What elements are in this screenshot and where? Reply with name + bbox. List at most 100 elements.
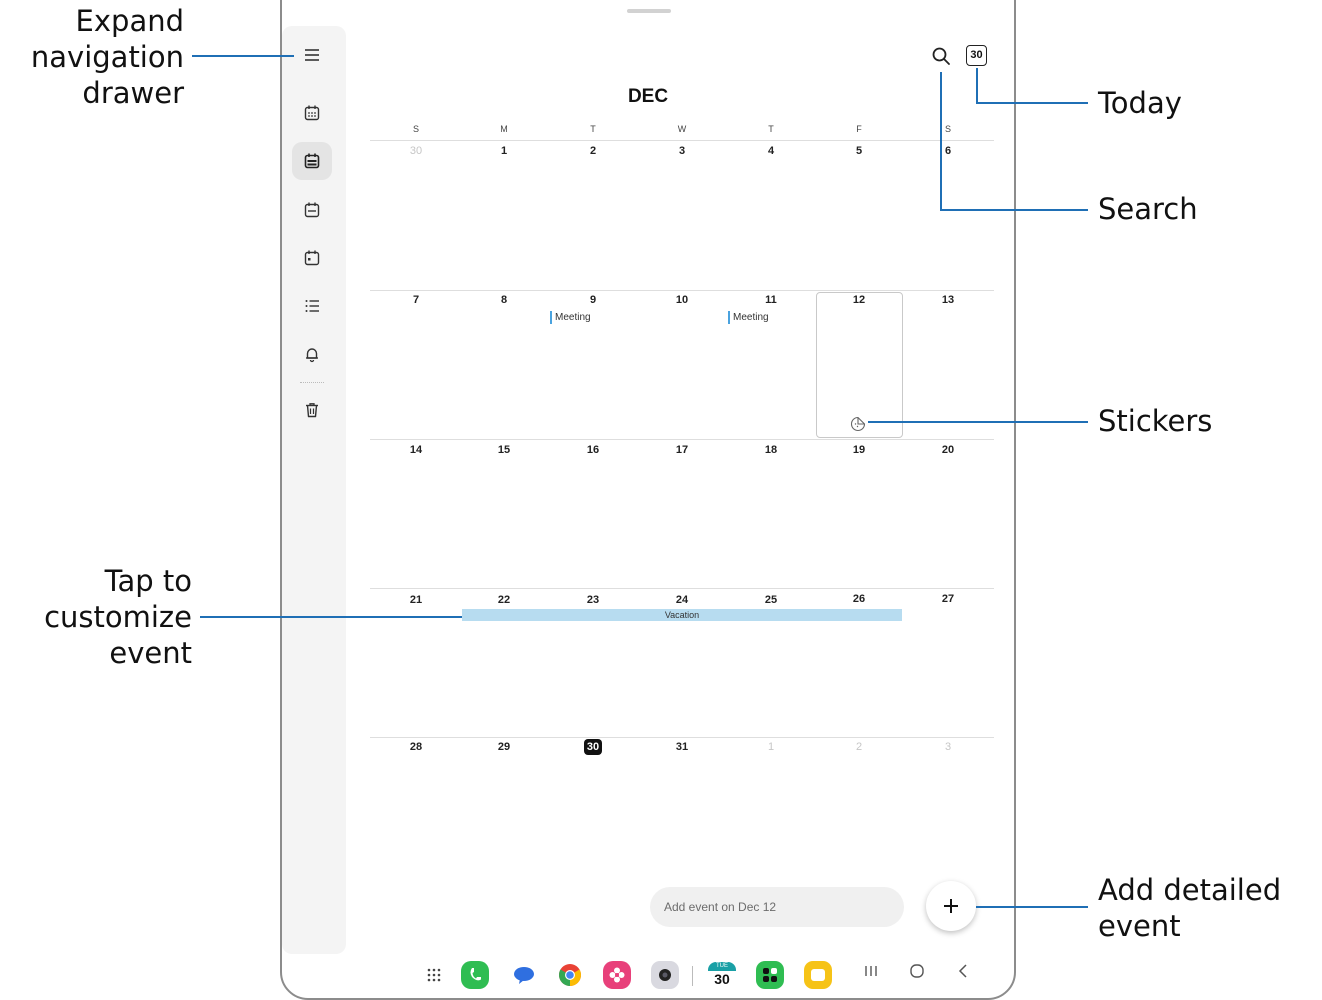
- note-icon: [811, 969, 825, 981]
- expand-navigation-drawer-button[interactable]: [292, 36, 332, 74]
- day-cell[interactable]: 3: [667, 145, 697, 157]
- notes-app-icon[interactable]: [804, 961, 832, 989]
- day-cell[interactable]: 10: [667, 294, 697, 306]
- day-cell[interactable]: 2: [578, 145, 608, 157]
- month-title: DEC: [627, 86, 669, 107]
- day-cell[interactable]: 1: [756, 741, 786, 753]
- camera-lens-icon: [659, 969, 671, 981]
- today-button[interactable]: 30: [966, 45, 987, 66]
- rail-divider: [300, 382, 324, 383]
- plus-icon: [944, 899, 958, 913]
- calendar-app-icon[interactable]: TUE 30: [706, 958, 738, 990]
- calendar-app-date: 30: [714, 970, 730, 987]
- search-icon: [932, 47, 950, 65]
- month-view-icon: [304, 153, 320, 169]
- day-cell[interactable]: 27: [933, 593, 963, 605]
- year-view-icon: [304, 105, 320, 121]
- day-cell[interactable]: 31: [667, 741, 697, 753]
- event-meeting[interactable]: Meeting: [728, 311, 769, 324]
- chrome-logo-icon: [559, 964, 581, 986]
- menu-icon: [305, 49, 319, 61]
- recent-apps-button[interactable]: [862, 963, 880, 984]
- year-view-button[interactable]: [292, 94, 332, 132]
- window-handle[interactable]: [627, 9, 671, 13]
- callout-add-detailed-event: Add detailed event: [1098, 873, 1282, 943]
- back-button[interactable]: [956, 963, 970, 984]
- day-cell[interactable]: 30: [401, 145, 431, 157]
- day-cell[interactable]: 7: [401, 294, 431, 306]
- list-view-button[interactable]: [292, 287, 332, 325]
- day-cell[interactable]: 3: [933, 741, 963, 753]
- callout-stickers: Stickers: [1098, 404, 1213, 438]
- day-cell[interactable]: 8: [489, 294, 519, 306]
- day-cell[interactable]: 26: [844, 593, 874, 605]
- day-cell[interactable]: 29: [489, 741, 519, 753]
- day-cell[interactable]: 17: [667, 444, 697, 456]
- day-cell[interactable]: 13: [933, 294, 963, 306]
- messages-app-icon[interactable]: [510, 961, 538, 989]
- day-cell[interactable]: 6: [933, 145, 963, 157]
- day-cell[interactable]: 20: [933, 444, 963, 456]
- day-cell[interactable]: 25: [756, 594, 786, 606]
- day-view-button[interactable]: [292, 239, 332, 277]
- callout-line: [940, 72, 942, 210]
- gallery-app-icon[interactable]: [603, 961, 631, 989]
- day-view-icon: [304, 250, 320, 266]
- day-cell[interactable]: 2: [844, 741, 874, 753]
- day-cell[interactable]: 14: [401, 444, 431, 456]
- trash-button[interactable]: [292, 391, 332, 429]
- reminders-button[interactable]: [292, 335, 332, 373]
- day-cell[interactable]: 16: [578, 444, 608, 456]
- phone-handset-icon: [470, 968, 481, 981]
- callout-search: Search: [1098, 192, 1198, 226]
- event-vacation[interactable]: Vacation: [462, 609, 902, 621]
- callout-line: [976, 102, 1088, 104]
- day-cell[interactable]: 23: [578, 594, 608, 606]
- app-grid-pattern-icon: [763, 968, 777, 982]
- callout-line: [976, 906, 1088, 908]
- day-cell[interactable]: 5: [844, 145, 874, 157]
- day-cell[interactable]: 21: [401, 594, 431, 606]
- recents-icon: [865, 966, 877, 976]
- apps-grid-icon[interactable]: [420, 961, 448, 989]
- quick-add-event-input[interactable]: Add event on Dec 12: [650, 887, 904, 927]
- day-cell-selected[interactable]: 12: [844, 294, 874, 306]
- search-button[interactable]: [929, 44, 953, 68]
- smartthings-app-icon[interactable]: [756, 961, 784, 989]
- day-cell[interactable]: 22: [489, 594, 519, 606]
- month-view-button[interactable]: [292, 142, 332, 180]
- week-view-button[interactable]: [292, 191, 332, 229]
- phone-app-icon[interactable]: [461, 961, 489, 989]
- weekday-wed: W: [677, 124, 687, 134]
- callout-line: [200, 616, 462, 618]
- callout-today: Today: [1098, 86, 1182, 120]
- day-cell[interactable]: 28: [401, 741, 431, 753]
- dock-divider: [692, 966, 693, 986]
- callout-expand-navigation-drawer: Expand navigation drawer: [30, 4, 184, 110]
- home-button[interactable]: [908, 963, 926, 984]
- chrome-app-icon[interactable]: [556, 961, 584, 989]
- event-meeting[interactable]: Meeting: [550, 311, 591, 324]
- back-chevron-icon: [958, 964, 967, 978]
- callout-customize-event: Tap to customize event: [44, 564, 192, 670]
- day-cell[interactable]: 15: [489, 444, 519, 456]
- day-cell[interactable]: 4: [756, 145, 786, 157]
- day-cell-today[interactable]: 30: [584, 739, 602, 755]
- day-cell[interactable]: 1: [489, 145, 519, 157]
- add-detailed-event-button[interactable]: [926, 881, 976, 931]
- device-frame: [280, 0, 1016, 1000]
- home-icon: [910, 964, 924, 978]
- flower-icon: [609, 967, 625, 983]
- day-cell[interactable]: 19: [844, 444, 874, 456]
- day-cell[interactable]: 18: [756, 444, 786, 456]
- day-cell[interactable]: 24: [667, 594, 697, 606]
- weekday-sun: S: [412, 124, 419, 134]
- list-view-icon: [305, 300, 319, 312]
- weekday-thu: T: [768, 124, 774, 134]
- day-cell[interactable]: 11: [756, 294, 786, 306]
- day-cell[interactable]: 9: [578, 294, 608, 306]
- camera-app-icon[interactable]: [651, 961, 679, 989]
- stickers-button[interactable]: [850, 416, 866, 432]
- weekday-mon: M: [500, 124, 508, 134]
- message-bubble-icon: [514, 967, 534, 984]
